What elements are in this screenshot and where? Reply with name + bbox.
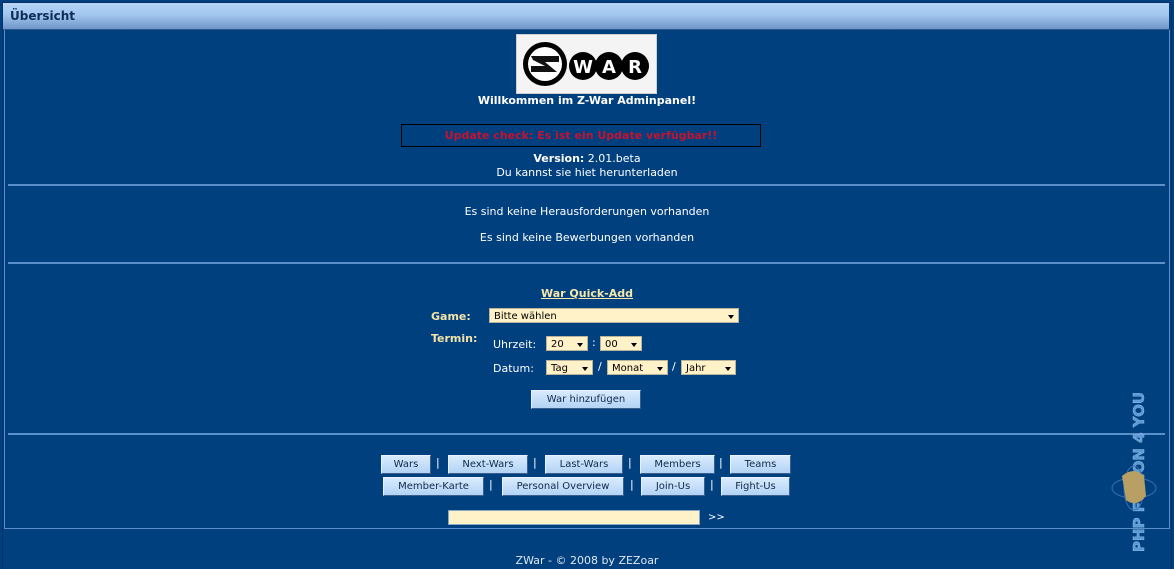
overview-panel: W A R Willkommen im Z-War Adminpanel! Up… xyxy=(4,30,1170,529)
version-label: Version: xyxy=(533,152,585,165)
nav-separator: | xyxy=(710,478,714,491)
nav-teams-button[interactable]: Teams xyxy=(730,455,791,474)
nav-separator: | xyxy=(630,478,634,491)
jump-go-button[interactable]: >> xyxy=(708,512,725,523)
time-separator: : xyxy=(592,336,596,349)
divider xyxy=(8,262,1165,264)
nav-member-karte-button[interactable]: Member-Karte xyxy=(383,477,484,496)
game-label: Game: xyxy=(431,310,471,323)
year-select[interactable]: Jahr xyxy=(681,360,736,375)
add-war-button[interactable]: War hinzufügen xyxy=(531,390,641,409)
welcome-heading: Willkommen im Z-War Adminpanel! xyxy=(477,94,697,107)
nav-separator: | xyxy=(436,456,440,469)
nav-members-button[interactable]: Members xyxy=(640,455,715,474)
download-link[interactable]: Du kannst sie hiet herunterladen xyxy=(5,166,1169,180)
jump-input[interactable] xyxy=(448,510,700,525)
zwar-logo: W A R xyxy=(516,34,657,94)
chevron-down-icon xyxy=(657,367,663,371)
divider xyxy=(8,184,1165,186)
version-value: 2.01.beta xyxy=(587,152,641,165)
quick-add-title[interactable]: War Quick-Add xyxy=(5,287,1169,300)
hour-select-value: 20 xyxy=(551,339,564,350)
nav-separator: | xyxy=(489,478,493,491)
challenges-message: Es sind keine Herausforderungen vorhande… xyxy=(464,205,710,218)
chevron-down-icon xyxy=(582,367,588,371)
update-notice: Update check: Es ist ein Update verfügba… xyxy=(401,124,761,147)
svg-text:W: W xyxy=(573,57,593,78)
chevron-down-icon xyxy=(728,315,734,319)
php-fusion-watermark: PHP FUSION 4 YOU xyxy=(1108,316,1158,556)
minute-select-value: 00 xyxy=(605,339,618,350)
svg-text:R: R xyxy=(628,57,642,78)
nav-next-wars-button[interactable]: Next-Wars xyxy=(448,455,528,474)
month-select[interactable]: Monat xyxy=(607,360,668,375)
nav-separator: | xyxy=(719,456,723,469)
game-select[interactable]: Bitte wählen xyxy=(489,308,739,323)
chevron-down-icon xyxy=(631,343,637,347)
nav-personal-overview-button[interactable]: Personal Overview xyxy=(502,477,624,496)
hour-select[interactable]: 20 xyxy=(546,336,588,351)
nav-separator: | xyxy=(533,456,537,469)
termin-label: Termin: xyxy=(431,332,478,345)
minute-select[interactable]: 00 xyxy=(600,336,642,351)
month-select-value: Monat xyxy=(612,363,644,374)
svg-text:A: A xyxy=(602,57,616,78)
day-select[interactable]: Tag xyxy=(546,360,593,375)
day-select-value: Tag xyxy=(551,363,568,374)
date-label: Datum: xyxy=(493,362,534,375)
chevron-down-icon xyxy=(725,367,731,371)
applications-message: Es sind keine Bewerbungen vorhanden xyxy=(479,231,695,244)
version-info: Version: 2.01.beta Du kannst sie hiet he… xyxy=(5,152,1169,180)
nav-join-us-button[interactable]: Join-Us xyxy=(641,477,705,496)
game-select-value: Bitte wählen xyxy=(494,311,557,322)
divider xyxy=(8,433,1165,435)
footer-copyright: ZWar - © 2008 by ZEZoar xyxy=(515,554,659,567)
date-separator: / xyxy=(598,360,602,373)
nav-wars-button[interactable]: Wars xyxy=(381,455,431,474)
chevron-down-icon xyxy=(577,343,583,347)
nav-separator: | xyxy=(628,456,632,469)
year-select-value: Jahr xyxy=(686,363,706,374)
date-separator: / xyxy=(672,360,676,373)
window-title: Übersicht xyxy=(10,9,76,23)
nav-fight-us-button[interactable]: Fight-Us xyxy=(721,477,790,496)
title-bar: Übersicht xyxy=(3,3,1169,30)
time-label: Uhrzeit: xyxy=(493,338,537,351)
nav-last-wars-button[interactable]: Last-Wars xyxy=(545,455,623,474)
